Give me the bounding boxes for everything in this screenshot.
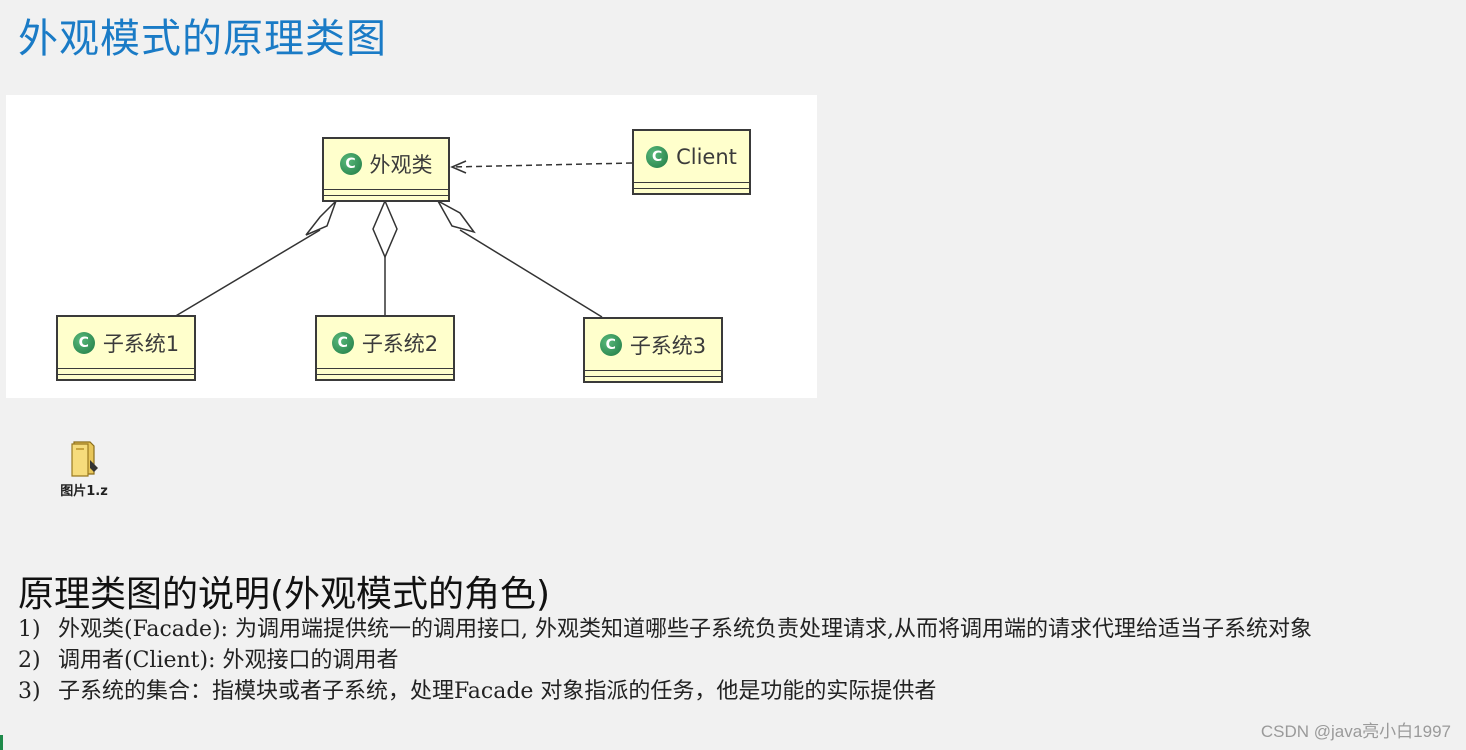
edge-marker [0, 735, 3, 750]
page-title: 外观模式的原理类图 [18, 16, 387, 62]
class-box-subsystem2: C 子系统2 [315, 315, 455, 381]
aggregation-diamond-subsystem2 [372, 199, 398, 259]
aggregation-line-subsystem1 [173, 229, 321, 318]
class-box-facade: C 外观类 [322, 137, 450, 202]
aggregation-line-subsystem3 [459, 229, 603, 318]
list-text: 调用者(Client): 外观接口的调用者 [58, 648, 399, 673]
attachment-file[interactable]: 图片1.z [56, 438, 112, 499]
dependency-line [451, 162, 633, 168]
class-box-subsystem3: C 子系统3 [583, 317, 723, 383]
class-name: 子系统2 [361, 331, 439, 356]
class-icon: C [339, 153, 362, 175]
watermark: CSDN @java亮小白1997 [1260, 722, 1451, 741]
list-item: 2) 调用者(Client): 外观接口的调用者 [18, 645, 1458, 676]
aggregation-diamond-subsystem3 [436, 199, 476, 234]
list-text: 外观类(Facade): 为调用端提供统一的调用接口, 外观类知道哪些子系统负责… [58, 617, 1312, 642]
list-item: 1) 外观类(Facade): 为调用端提供统一的调用接口, 外观类知道哪些子系… [18, 614, 1458, 645]
class-name: 子系统1 [102, 331, 180, 356]
class-box-client: C Client [632, 129, 751, 195]
list-number: 3) [18, 679, 41, 704]
list-text: 子系统的集合：指模块或者子系统，处理Facade 对象指派的任务，他是功能的实际… [58, 679, 937, 704]
list-number: 1) [18, 617, 41, 642]
aggregation-diamond-subsystem1 [305, 200, 337, 236]
list-number: 2) [18, 648, 41, 673]
class-icon: C [646, 145, 669, 168]
class-icon: C [331, 331, 354, 354]
section-title: 原理类图的说明(外观模式的角色) [18, 574, 551, 615]
list-item: 3) 子系统的集合：指模块或者子系统，处理Facade 对象指派的任务，他是功能… [18, 676, 1458, 707]
file-icon [71, 441, 98, 477]
class-name: 子系统3 [629, 333, 707, 358]
class-icon: C [72, 331, 95, 354]
class-name: 外观类 [369, 153, 433, 177]
attachment-label[interactable]: 图片1.z [60, 480, 108, 499]
class-box-subsystem1: C 子系统1 [56, 315, 196, 381]
role-notes-list: 1) 外观类(Facade): 为调用端提供统一的调用接口, 外观类知道哪些子系… [18, 614, 1458, 707]
class-icon: C [599, 333, 622, 356]
uml-class-diagram: C 外观类 C Client C 子系统1 C 子系统2 C 子系统3 [6, 95, 817, 398]
class-name: Client [676, 144, 737, 169]
